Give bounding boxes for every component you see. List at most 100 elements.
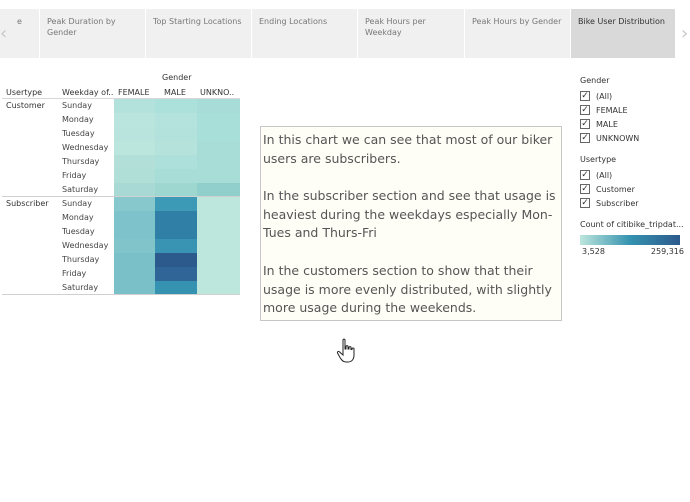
heatmap-cell[interactable] bbox=[155, 281, 197, 295]
heatmap-cell[interactable] bbox=[114, 197, 155, 211]
heatmap-cell[interactable] bbox=[114, 281, 155, 295]
tab-label: Top Starting Locations bbox=[153, 17, 242, 26]
tab-label: Bike User Distribution bbox=[578, 17, 665, 26]
prev-story-arrow-icon[interactable]: ‹ bbox=[0, 23, 7, 44]
weekday-label: Wednesday bbox=[62, 241, 109, 250]
heatmap-cell[interactable] bbox=[197, 253, 240, 267]
heatmap-cell[interactable] bbox=[155, 267, 197, 281]
tab-peak-hours-by-gender[interactable]: Peak Hours by Gender bbox=[465, 9, 571, 58]
annotation-paragraph-1: In this chart we can see that most of ou… bbox=[263, 132, 553, 166]
checkbox-checked-icon[interactable]: ✓ bbox=[580, 105, 590, 115]
gender-axis-title: Gender bbox=[162, 73, 192, 82]
column-header-male: MALE bbox=[164, 88, 186, 97]
heatmap-cell[interactable] bbox=[155, 239, 197, 253]
hand-cursor-icon bbox=[336, 338, 355, 363]
heatmap-cell[interactable] bbox=[197, 183, 240, 197]
heatmap-cell[interactable] bbox=[197, 211, 240, 225]
heatmap-cell[interactable] bbox=[114, 267, 155, 281]
tab-peak-duration-by-gender[interactable]: Peak Duration by Gender bbox=[40, 9, 146, 58]
story-tab-bar: e Peak Duration by Gender Top Starting L… bbox=[0, 9, 690, 58]
weekday-label: Thursday bbox=[62, 157, 100, 166]
filter-legend-panel: Gender ✓ (All) ✓ FEMALE ✓ MALE ✓ UNKNOWN Use… bbox=[580, 76, 690, 259]
tab-label: Peak Duration by Gender bbox=[47, 17, 116, 37]
usertype-header: Usertype bbox=[6, 88, 43, 97]
heatmap-cell[interactable] bbox=[197, 169, 240, 183]
heatmap-cell[interactable] bbox=[155, 127, 197, 141]
gender-filter-title: Gender bbox=[580, 76, 610, 85]
checkbox-checked-icon[interactable]: ✓ bbox=[580, 91, 590, 101]
heatmap-cell[interactable] bbox=[114, 127, 155, 141]
heatmap-cell[interactable] bbox=[114, 99, 155, 113]
heatmap-cell[interactable] bbox=[197, 155, 240, 169]
heatmap-cell[interactable] bbox=[155, 141, 197, 155]
heatmap-cell[interactable] bbox=[197, 225, 240, 239]
tab-label: Peak Hours per Weekday bbox=[365, 17, 426, 37]
heatmap-cell[interactable] bbox=[114, 113, 155, 127]
usertype-filter-all[interactable]: ✓ (All) bbox=[580, 168, 690, 182]
weekday-label: Saturday bbox=[62, 283, 99, 292]
usertype-filter-title: Usertype bbox=[580, 155, 617, 164]
annotation-paragraph-3: In the customers section to show that th… bbox=[263, 262, 552, 316]
weekday-label: Wednesday bbox=[62, 143, 109, 152]
heatmap-cell[interactable] bbox=[114, 155, 155, 169]
heatmap-cell[interactable] bbox=[155, 169, 197, 183]
weekday-label: Monday bbox=[62, 115, 94, 124]
heatmap-cell[interactable] bbox=[155, 253, 197, 267]
gender-filter-female[interactable]: ✓ FEMALE bbox=[580, 103, 690, 117]
heatmap-cell[interactable] bbox=[155, 225, 197, 239]
heatmap-cell[interactable] bbox=[197, 127, 240, 141]
checkbox-checked-icon[interactable]: ✓ bbox=[580, 133, 590, 143]
color-ramp bbox=[580, 235, 680, 245]
usertype-filter-subscriber[interactable]: ✓ Subscriber bbox=[580, 196, 690, 210]
weekday-label: Tuesday bbox=[62, 227, 95, 236]
heatmap-cell[interactable] bbox=[114, 141, 155, 155]
tab-ending-locations[interactable]: Ending Locations bbox=[252, 9, 358, 58]
usertype-filter: ✓ (All) ✓ Customer ✓ Subscriber bbox=[580, 168, 690, 210]
heatmap-cell[interactable] bbox=[114, 169, 155, 183]
heatmap-cell[interactable] bbox=[155, 211, 197, 225]
next-story-arrow-icon[interactable]: › bbox=[681, 23, 688, 44]
heatmap-cell[interactable] bbox=[155, 183, 197, 197]
heatmap-bottom-divider bbox=[2, 294, 240, 295]
usertype-filter-customer[interactable]: ✓ Customer bbox=[580, 182, 690, 196]
usertype-gender-heatmap[interactable]: Gender Usertype Weekday of.. FEMALE MALE… bbox=[0, 70, 245, 300]
heatmap-cell[interactable] bbox=[197, 197, 240, 211]
gender-filter-all[interactable]: ✓ (All) bbox=[580, 89, 690, 103]
heatmap-cell[interactable] bbox=[155, 99, 197, 113]
heatmap-cell[interactable] bbox=[114, 211, 155, 225]
gender-filter-unknown[interactable]: ✓ UNKNOWN bbox=[580, 131, 690, 145]
tab-label: e bbox=[17, 17, 22, 26]
usertype-subscriber-label: Subscriber bbox=[6, 199, 49, 208]
weekday-label: Saturday bbox=[62, 185, 99, 194]
tab-top-starting-locations[interactable]: Top Starting Locations bbox=[146, 9, 252, 58]
checkbox-checked-icon[interactable]: ✓ bbox=[580, 170, 590, 180]
weekday-label: Thursday bbox=[62, 255, 100, 264]
column-header-unknown: UNKNO.. bbox=[200, 88, 235, 97]
gender-filter-male[interactable]: ✓ MALE bbox=[580, 117, 690, 131]
heatmap-cell[interactable] bbox=[114, 183, 155, 197]
weekday-label: Tuesday bbox=[62, 129, 95, 138]
heatmap-cell[interactable] bbox=[155, 197, 197, 211]
heatmap-cell[interactable] bbox=[155, 113, 197, 127]
tab-bike-user-distribution[interactable]: Bike User Distribution bbox=[571, 9, 675, 58]
heatmap-cell[interactable] bbox=[197, 281, 240, 295]
tab-peak-hours-per-weekday[interactable]: Peak Hours per Weekday bbox=[358, 9, 465, 58]
annotation-paragraph-2: In the subscriber section and see that u… bbox=[263, 188, 556, 241]
weekday-label: Friday bbox=[62, 171, 87, 180]
checkbox-checked-icon[interactable]: ✓ bbox=[580, 198, 590, 208]
weekday-label: Sunday bbox=[62, 199, 92, 208]
column-header-female: FEMALE bbox=[118, 88, 150, 97]
weekday-label: Monday bbox=[62, 213, 94, 222]
heatmap-cell[interactable] bbox=[114, 239, 155, 253]
checkbox-checked-icon[interactable]: ✓ bbox=[580, 119, 590, 129]
heatmap-cell[interactable] bbox=[114, 253, 155, 267]
heatmap-cell[interactable] bbox=[155, 155, 197, 169]
heatmap-cell[interactable] bbox=[197, 267, 240, 281]
heatmap-cell[interactable] bbox=[197, 239, 240, 253]
heatmap-cell[interactable] bbox=[197, 113, 240, 127]
heatmap-cell[interactable] bbox=[114, 225, 155, 239]
checkbox-checked-icon[interactable]: ✓ bbox=[580, 184, 590, 194]
heatmap-cell[interactable] bbox=[197, 141, 240, 155]
heatmap-cell[interactable] bbox=[197, 99, 240, 113]
weekday-label: Sunday bbox=[62, 101, 92, 110]
